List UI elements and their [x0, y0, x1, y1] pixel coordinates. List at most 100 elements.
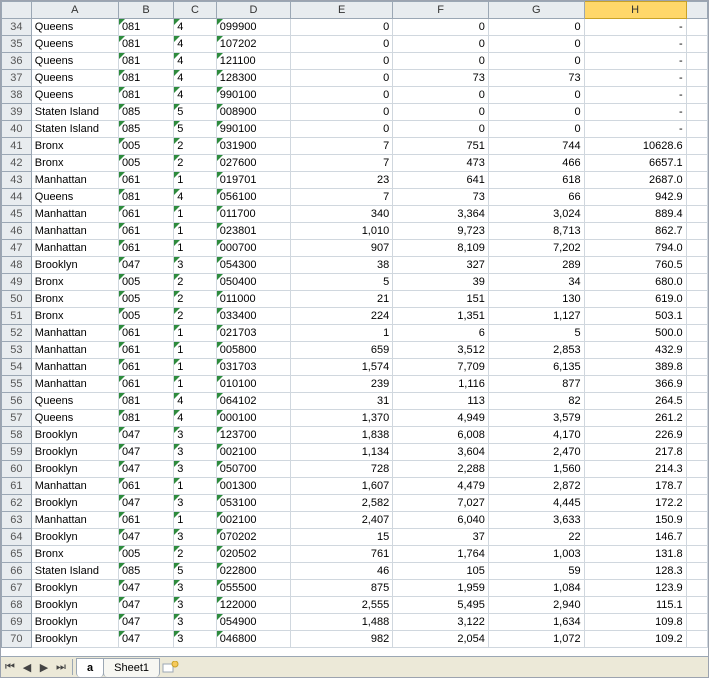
cell-overflow[interactable]	[686, 53, 707, 70]
grid-area[interactable]: A B C D E F G H 34Queens0814099900000-35…	[1, 1, 708, 656]
cell-A37[interactable]: Queens	[31, 70, 118, 87]
cell-C61[interactable]: 1	[174, 478, 217, 495]
cell-A70[interactable]: Brooklyn	[31, 631, 118, 648]
cell-G40[interactable]: 0	[488, 121, 584, 138]
cell-E44[interactable]: 7	[291, 189, 393, 206]
cell-overflow[interactable]	[686, 461, 707, 478]
row-header[interactable]: 69	[2, 614, 32, 631]
cell-G50[interactable]: 130	[488, 291, 584, 308]
cell-F41[interactable]: 751	[393, 138, 489, 155]
cell-G43[interactable]: 618	[488, 172, 584, 189]
cell-overflow[interactable]	[686, 410, 707, 427]
cell-B45[interactable]: 061	[118, 206, 173, 223]
cell-D60[interactable]: 050700	[216, 461, 290, 478]
cell-E35[interactable]: 0	[291, 36, 393, 53]
row-header[interactable]: 55	[2, 376, 32, 393]
cell-F39[interactable]: 0	[393, 104, 489, 121]
cell-B42[interactable]: 005	[118, 155, 173, 172]
cell-overflow[interactable]	[686, 155, 707, 172]
col-header-H[interactable]: H	[584, 2, 686, 19]
cell-B58[interactable]: 047	[118, 427, 173, 444]
cell-C64[interactable]: 3	[174, 529, 217, 546]
cell-D56[interactable]: 064102	[216, 393, 290, 410]
cell-E61[interactable]: 1,607	[291, 478, 393, 495]
cell-overflow[interactable]	[686, 121, 707, 138]
cell-F55[interactable]: 1,116	[393, 376, 489, 393]
cell-G69[interactable]: 1,634	[488, 614, 584, 631]
cell-H67[interactable]: 123.9	[584, 580, 686, 597]
cell-B37[interactable]: 081	[118, 70, 173, 87]
cell-B38[interactable]: 081	[118, 87, 173, 104]
cell-G59[interactable]: 2,470	[488, 444, 584, 461]
cell-E40[interactable]: 0	[291, 121, 393, 138]
cell-B54[interactable]: 061	[118, 359, 173, 376]
cell-E34[interactable]: 0	[291, 19, 393, 36]
cell-B67[interactable]: 047	[118, 580, 173, 597]
cell-overflow[interactable]	[686, 36, 707, 53]
cell-A52[interactable]: Manhattan	[31, 325, 118, 342]
cell-H55[interactable]: 366.9	[584, 376, 686, 393]
cell-G45[interactable]: 3,024	[488, 206, 584, 223]
cell-F69[interactable]: 3,122	[393, 614, 489, 631]
cell-B66[interactable]: 085	[118, 563, 173, 580]
cell-C59[interactable]: 3	[174, 444, 217, 461]
cell-G61[interactable]: 2,872	[488, 478, 584, 495]
cell-D34[interactable]: 099900	[216, 19, 290, 36]
row-header[interactable]: 45	[2, 206, 32, 223]
row-header[interactable]: 67	[2, 580, 32, 597]
cell-A35[interactable]: Queens	[31, 36, 118, 53]
cell-overflow[interactable]	[686, 393, 707, 410]
cell-C57[interactable]: 4	[174, 410, 217, 427]
cell-F42[interactable]: 473	[393, 155, 489, 172]
row-header[interactable]: 52	[2, 325, 32, 342]
row-header[interactable]: 70	[2, 631, 32, 648]
cell-B40[interactable]: 085	[118, 121, 173, 138]
cell-A55[interactable]: Manhattan	[31, 376, 118, 393]
col-header-overflow[interactable]	[686, 2, 707, 19]
cell-B39[interactable]: 085	[118, 104, 173, 121]
cell-G68[interactable]: 2,940	[488, 597, 584, 614]
cell-G49[interactable]: 34	[488, 274, 584, 291]
cell-C55[interactable]: 1	[174, 376, 217, 393]
cell-C38[interactable]: 4	[174, 87, 217, 104]
cell-C44[interactable]: 4	[174, 189, 217, 206]
cell-B53[interactable]: 061	[118, 342, 173, 359]
cell-A53[interactable]: Manhattan	[31, 342, 118, 359]
col-header-E[interactable]: E	[291, 2, 393, 19]
cell-H54[interactable]: 389.8	[584, 359, 686, 376]
cell-A62[interactable]: Brooklyn	[31, 495, 118, 512]
cell-B62[interactable]: 047	[118, 495, 173, 512]
cell-E48[interactable]: 38	[291, 257, 393, 274]
cell-A48[interactable]: Brooklyn	[31, 257, 118, 274]
row-header[interactable]: 48	[2, 257, 32, 274]
cell-F60[interactable]: 2,288	[393, 461, 489, 478]
cell-overflow[interactable]	[686, 529, 707, 546]
cell-E60[interactable]: 728	[291, 461, 393, 478]
cell-overflow[interactable]	[686, 427, 707, 444]
cell-B56[interactable]: 081	[118, 393, 173, 410]
cell-C35[interactable]: 4	[174, 36, 217, 53]
cell-C34[interactable]: 4	[174, 19, 217, 36]
cell-E69[interactable]: 1,488	[291, 614, 393, 631]
cell-overflow[interactable]	[686, 580, 707, 597]
cell-G35[interactable]: 0	[488, 36, 584, 53]
cell-A64[interactable]: Brooklyn	[31, 529, 118, 546]
cell-H60[interactable]: 214.3	[584, 461, 686, 478]
cell-F44[interactable]: 73	[393, 189, 489, 206]
cell-F35[interactable]: 0	[393, 36, 489, 53]
cell-F59[interactable]: 3,604	[393, 444, 489, 461]
tab-nav-next-icon[interactable]: ▶	[36, 659, 52, 675]
cell-D67[interactable]: 055500	[216, 580, 290, 597]
cell-F63[interactable]: 6,040	[393, 512, 489, 529]
cell-G44[interactable]: 66	[488, 189, 584, 206]
cell-E46[interactable]: 1,010	[291, 223, 393, 240]
sheet-tab-a[interactable]: a	[76, 658, 104, 677]
cell-A44[interactable]: Queens	[31, 189, 118, 206]
cell-G36[interactable]: 0	[488, 53, 584, 70]
cell-D37[interactable]: 128300	[216, 70, 290, 87]
cell-D69[interactable]: 054900	[216, 614, 290, 631]
cell-overflow[interactable]	[686, 274, 707, 291]
cell-B35[interactable]: 081	[118, 36, 173, 53]
cell-C69[interactable]: 3	[174, 614, 217, 631]
row-header[interactable]: 35	[2, 36, 32, 53]
